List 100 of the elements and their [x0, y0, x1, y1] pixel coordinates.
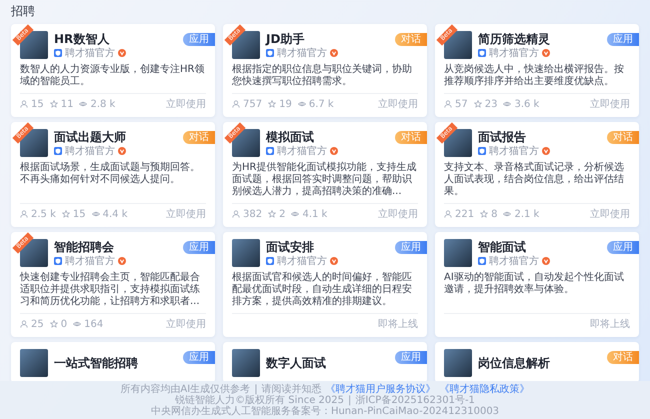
type-tag: 应用: [607, 241, 639, 254]
type-tag: 对话: [607, 131, 639, 144]
shield-icon: [478, 257, 486, 265]
star-count: 23: [484, 98, 498, 110]
footer-separator: |: [348, 395, 352, 406]
author-name: 聘才猫官方: [489, 48, 539, 58]
type-tag: 对话: [395, 131, 427, 144]
thumbnail-image: [232, 349, 260, 377]
card-description: 根据指定的职位信息与职位关键词，协助您快速撰写职位招聘需求。: [232, 64, 413, 88]
card-title: 智能面试: [478, 240, 527, 254]
view-count: 6.7 k: [308, 98, 334, 110]
eye-icon: [73, 320, 82, 328]
shield-icon: [266, 147, 274, 155]
app-card[interactable]: 一站式智能招聘 应用: [11, 342, 215, 381]
footer-prompt: 请阅读并知悉: [262, 384, 322, 395]
footer-notice: 所有内容均由AI生成仅供参考: [120, 384, 250, 395]
card-title: 一站式智能招聘: [54, 356, 138, 370]
shield-icon: [266, 49, 274, 57]
verified-icon: [542, 147, 550, 155]
verified-icon: [118, 49, 126, 57]
type-tag: 应用: [183, 33, 215, 46]
view-count: 2.8 k: [90, 98, 116, 110]
card-description: 根据面试官和候选人的时间偏好，智能匹配最优面试时段，自动生成详细的日程安排方案，提供高效精准的排期建议。: [232, 272, 413, 308]
card-title: 面试安排: [266, 240, 315, 254]
star-count: 15: [72, 208, 86, 220]
star-icon: [480, 210, 488, 218]
star-count: 2: [279, 208, 286, 220]
verified-icon: [330, 257, 338, 265]
card-title: 面试出题大师: [54, 130, 126, 144]
eye-icon: [92, 210, 100, 218]
user-count: 15: [31, 98, 44, 110]
card-title: HR数智人: [54, 32, 110, 46]
card-description: AI驱动的智能面试，自动发起个性化面试邀请，提升招聘效率与体验。: [444, 272, 625, 297]
view-count: 4.1 k: [302, 208, 328, 220]
app-card[interactable]: 岗位信息解析 对话: [435, 342, 639, 381]
author-name: 聘才猫官方: [65, 256, 115, 266]
card-title: 数字人面试: [266, 356, 326, 370]
view-count: 4.4 k: [102, 208, 128, 220]
type-tag: 对话: [183, 131, 215, 144]
card-description: 从竞岗候选人中，快速给出横评报告。按推荐顺序排序并给出主要维度优缺点。: [444, 64, 625, 88]
shield-icon: [54, 147, 62, 155]
thumbnail-image: [444, 349, 472, 377]
type-tag: 应用: [395, 351, 427, 364]
app-card[interactable]: 面试安排 聘才猫官方 应用 根据面试官和候选人的时间偏好，智能匹配最优面试时段，自动生成详细的日程安排方案，提供高效精准的排期建议。 即将上线: [223, 232, 427, 337]
person-icon: [20, 320, 28, 328]
card-description: 根据面试场景，生成面试题与预期回答。不再头痛如何针对不同候选人提问。: [20, 162, 201, 187]
user-count: 757: [243, 98, 262, 110]
verified-icon: [118, 257, 126, 265]
eye-icon: [291, 210, 300, 218]
author-name: 聘才猫官方: [489, 146, 539, 156]
app-card[interactable]: 数字人面试 应用: [223, 342, 427, 381]
thumbnail-image: [444, 239, 472, 267]
verified-icon: [330, 49, 338, 57]
person-icon: [444, 210, 452, 218]
person-icon: [232, 210, 240, 218]
footer-separator: |: [254, 384, 258, 395]
star-count: 0: [60, 318, 68, 330]
star-count: 11: [60, 98, 74, 110]
verified-icon: [542, 257, 550, 265]
verified-icon: [542, 49, 550, 57]
type-tag: 应用: [395, 241, 427, 254]
view-count: 3.6 k: [514, 98, 540, 110]
type-tag: 应用: [607, 33, 639, 46]
person-icon: [232, 100, 240, 108]
card-description: 快速创建专业招聘会主页，智能匹配最合适职位并提供求职指引，支持模拟面试练习和简历优化功能，让招聘方和求职者...: [20, 272, 201, 308]
view-count: 2.1 k: [514, 208, 540, 220]
star-count: 19: [279, 98, 292, 110]
card-title: 简历筛选精灵: [478, 32, 550, 46]
person-icon: [444, 100, 452, 108]
type-tag: 应用: [183, 351, 215, 364]
author-name: 聘才猫官方: [277, 146, 327, 156]
user-count: 382: [243, 208, 262, 220]
shield-icon: [478, 147, 486, 155]
filing-number: 中央网信办生成式人工智能服务备案号：Hunan-PinCaiMao-202412310003: [150, 406, 500, 417]
type-tag: 应用: [183, 241, 215, 254]
page-title: 招聘: [11, 3, 36, 20]
app-card[interactable]: 智能面试 聘才猫官方 应用 AI驱动的智能面试，自动发起个性化面试邀请，提升招聘效率与体验。 即将上线: [435, 232, 639, 337]
card-title: JD助手: [266, 32, 306, 46]
star-count: 8: [491, 208, 498, 220]
card-title: 面试报告: [478, 130, 527, 144]
person-icon: [20, 210, 28, 218]
shield-icon: [54, 49, 62, 57]
card-title: 模拟面试: [266, 130, 315, 144]
star-icon: [268, 210, 276, 218]
star-icon: [268, 100, 276, 108]
user-count: 57: [455, 98, 468, 110]
star-icon: [62, 210, 70, 218]
star-icon: [50, 320, 58, 328]
author-name: 聘才猫官方: [489, 256, 539, 266]
author-name: 聘才猫官方: [277, 256, 327, 266]
eye-icon: [503, 100, 512, 108]
author-name: 聘才猫官方: [65, 146, 115, 156]
shield-icon: [478, 49, 486, 57]
verified-icon: [330, 147, 338, 155]
card-description: 数智人的人力资源专业版，创建专注HR领域的智能员工。: [20, 64, 206, 88]
card-description: 支持文本、录音格式面试记录，分析候选人面试表现，结合岗位信息，给出评估结果。: [444, 162, 625, 198]
verified-icon: [118, 147, 126, 155]
shield-icon: [54, 257, 62, 265]
view-count: 164: [84, 318, 104, 330]
copyright-text: 锐链智能人力©版权所有 Since 2025: [175, 395, 344, 406]
